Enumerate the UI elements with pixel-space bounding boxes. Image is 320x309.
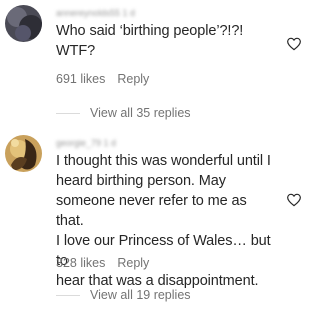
avatar[interactable]	[5, 5, 42, 42]
comment-2: georgie_79 1 d I thought this was wonder…	[0, 130, 311, 309]
reply-button[interactable]: Reply	[117, 72, 149, 86]
avatar-image	[5, 5, 42, 42]
comment-text-line: heard birthing person. May	[56, 173, 226, 189]
comment-text-line: someone never refer to me as that.	[56, 193, 247, 229]
comment-1: annereynolds55 1 d Who said ‘birthing pe…	[0, 0, 311, 130]
like-count[interactable]: 691 likes	[56, 72, 105, 86]
comment-text-line: I thought this was wonderful until I	[56, 153, 271, 169]
heart-outline-icon[interactable]	[286, 192, 302, 208]
comment-text-line: WTF?	[56, 43, 96, 59]
comment-text-line: Who said ‘birthing people’?!?!	[56, 23, 244, 39]
comment-text: I thought this was wonderful until I hea…	[56, 151, 278, 291]
avatar[interactable]	[5, 135, 42, 172]
comment-username[interactable]: annereynolds55 1 d	[56, 8, 278, 19]
view-replies-label: View all 35 replies	[90, 106, 191, 120]
avatar-image	[5, 135, 42, 172]
comment-meta: 328 likes Reply	[56, 256, 149, 270]
view-replies-label: View all 19 replies	[90, 288, 191, 302]
reply-button[interactable]: Reply	[117, 256, 149, 270]
divider	[56, 294, 80, 296]
view-replies-button[interactable]: View all 19 replies	[56, 287, 191, 303]
divider	[56, 112, 80, 114]
comment-text: Who said ‘birthing people’?!?! WTF?	[56, 21, 278, 61]
comment-username[interactable]: georgie_79 1 d	[56, 138, 278, 149]
view-replies-button[interactable]: View all 35 replies	[56, 105, 191, 121]
like-count[interactable]: 328 likes	[56, 256, 105, 270]
comment-meta: 691 likes Reply	[56, 72, 149, 86]
heart-outline-icon[interactable]	[286, 36, 302, 52]
